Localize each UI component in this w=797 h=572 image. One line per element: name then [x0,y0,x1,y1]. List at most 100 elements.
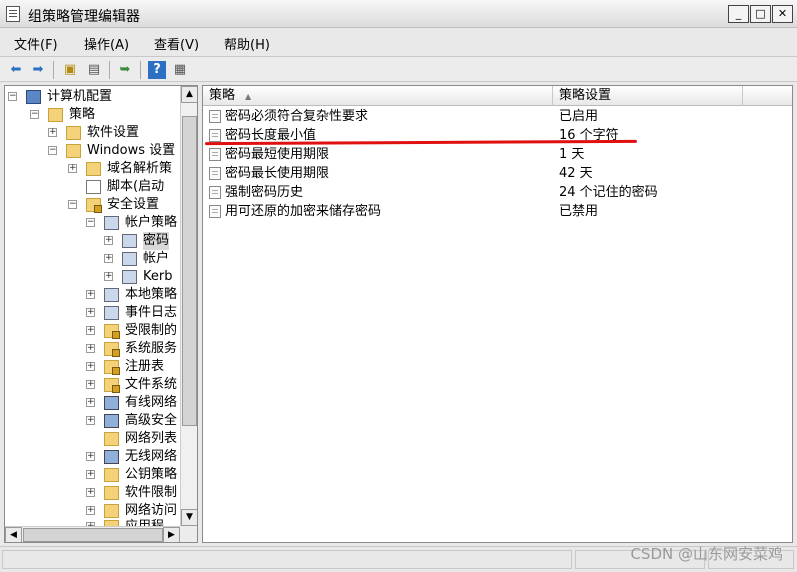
tree-label: Windows 设置 [87,143,176,158]
policy-setting-icon [209,129,221,142]
policy-setting-icon [209,167,221,180]
properties-icon[interactable]: ▦ [171,61,189,79]
sort-ascending-icon: ▲ [245,92,252,101]
folder-icon [104,504,119,518]
policy-row[interactable]: 强制密码历史 24 个记住的密码 [203,183,792,202]
menu-bar: 文件(F) 操作(A) 查看(V) 帮助(H) [0,30,797,54]
expand-toggle[interactable]: + [104,236,113,245]
expand-toggle[interactable]: + [48,128,57,137]
expand-toggle[interactable]: + [86,488,95,497]
computer-icon [26,90,41,104]
expand-toggle[interactable]: + [86,416,95,425]
menu-action[interactable]: 操作(A) [84,34,129,53]
policy-icon [122,234,137,248]
folder-icon [48,108,63,122]
window-title: 组策略管理编辑器 [28,9,140,25]
tree-vertical-scrollbar[interactable]: ▲ ▼ [180,86,197,526]
column-header-label: 策略 [209,88,236,103]
close-button[interactable]: ✕ [772,5,793,23]
menu-help[interactable]: 帮助(H) [224,34,270,53]
tree-label: 有线网络 [125,395,178,410]
log-icon [104,306,119,320]
forward-icon[interactable]: ➡ [29,61,47,79]
tree-label: 软件设置 [87,125,140,140]
toolbar-separator [140,61,141,79]
menu-file[interactable]: 文件(F) [14,34,58,53]
tree-label: 文件系统 [125,377,178,392]
scrollbar-thumb[interactable] [182,116,197,426]
expand-toggle[interactable]: + [86,308,95,317]
tree-horizontal-scrollbar[interactable]: ◀ ▶ [5,526,180,542]
scroll-right-arrow-icon[interactable]: ▶ [163,527,180,542]
expand-toggle[interactable]: + [86,362,95,371]
collapse-toggle[interactable]: − [68,200,77,209]
expand-toggle[interactable]: + [104,272,113,281]
policy-value: 已启用 [559,109,599,124]
up-folder-icon[interactable]: ▣ [61,61,79,79]
console-tree[interactable]: − 计算机配置 − 策略 + 软件设置 − Windows 设置 + 域名解析策… [4,85,198,543]
expand-toggle[interactable]: + [86,380,95,389]
policy-setting-icon [209,110,221,123]
policy-value: 24 个记住的密码 [559,185,658,200]
tree-label: 本地策略 [125,287,178,302]
expand-toggle[interactable]: + [86,344,95,353]
collapse-toggle[interactable]: − [86,218,95,227]
expand-toggle[interactable]: + [86,452,95,461]
collapse-toggle[interactable]: − [30,110,39,119]
tree-label: 公钥策略 [125,467,178,482]
toolbar-separator [109,61,110,79]
back-icon[interactable]: ⬅ [7,61,25,79]
secure-folder-icon [104,324,120,339]
scroll-left-arrow-icon[interactable]: ◀ [5,527,22,542]
expand-toggle[interactable]: + [86,506,95,515]
collapse-toggle[interactable]: − [48,146,57,155]
expand-toggle[interactable]: + [86,290,95,299]
tree-label: 网络列表 [125,431,178,446]
maximize-button[interactable]: □ [750,5,771,23]
watermark: CSDN @山东网安菜鸡 [630,545,783,563]
tree-label: 系统服务 [125,341,178,356]
tree-label: 注册表 [125,359,165,374]
secure-folder-icon [86,198,102,213]
secure-folder-icon [104,378,120,393]
scroll-up-arrow-icon[interactable]: ▲ [181,86,197,103]
firewall-icon [104,414,119,428]
expand-toggle[interactable]: + [86,470,95,479]
title-bar: 组策略管理编辑器 _ □ ✕ [0,0,797,28]
menu-view[interactable]: 查看(V) [154,34,199,53]
policy-name: 用可还原的加密来储存密码 [225,204,382,219]
tree-label: 软件限制 [125,485,178,500]
policy-list[interactable]: 策略 ▲ 策略设置 密码必须符合复杂性要求 已启用 密码长度最小值 16 个字符 … [202,85,793,543]
tree-label: 域名解析策 [107,161,173,176]
show-hide-tree-icon[interactable]: ▤ [85,61,103,79]
scroll-down-arrow-icon[interactable]: ▼ [181,509,197,526]
expand-toggle[interactable]: + [104,254,113,263]
folder-icon [104,486,119,500]
collapse-toggle[interactable]: − [8,92,17,101]
toolbar-separator [53,61,54,79]
policy-name: 密码最短使用期限 [225,147,330,162]
folder-icon [104,468,119,482]
policy-icon [104,216,119,230]
policy-row[interactable]: 用可还原的加密来储存密码 已禁用 [203,202,792,221]
expand-toggle[interactable]: + [86,398,95,407]
expand-toggle[interactable]: + [68,164,77,173]
expand-toggle[interactable]: + [86,326,95,335]
tree-label: 受限制的 [125,323,178,338]
policy-icon [104,288,119,302]
minimize-button[interactable]: _ [728,5,749,23]
scrollbar-thumb[interactable] [23,528,163,542]
policy-row[interactable]: 密码必须符合复杂性要求 已启用 [203,107,792,126]
export-list-icon[interactable]: ➥ [116,61,134,79]
column-header-label: 策略设置 [559,88,612,103]
policy-row[interactable]: 密码最长使用期限 42 天 [203,164,792,183]
folder-icon [104,432,119,446]
policy-name: 密码最长使用期限 [225,166,330,181]
secure-folder-icon [104,342,120,357]
column-header-policy[interactable]: 策略 ▲ [203,86,553,106]
column-header-setting[interactable]: 策略设置 [553,86,743,106]
policy-row[interactable]: 密码最短使用期限 1 天 [203,145,792,164]
policy-name: 强制密码历史 [225,185,304,200]
help-icon[interactable]: ? [148,61,166,79]
tree-label: 帐户策略 [125,215,178,230]
